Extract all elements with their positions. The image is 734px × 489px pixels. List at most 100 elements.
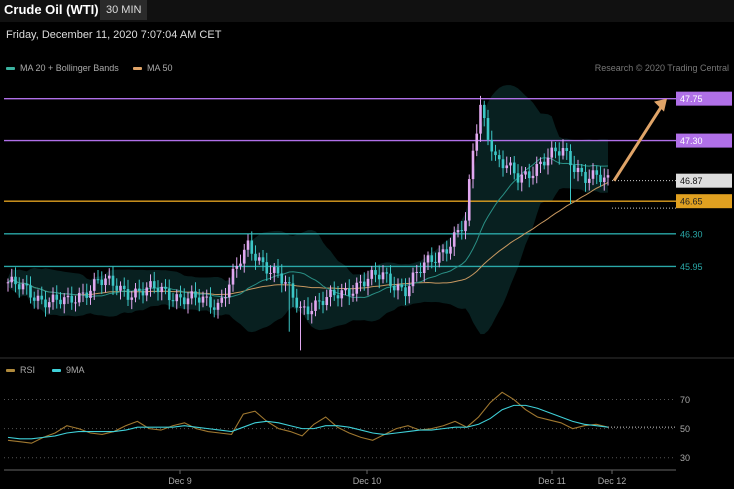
candle-body — [17, 284, 21, 290]
candle-body — [602, 177, 606, 183]
candle-body — [85, 292, 89, 298]
price-chart[interactable]: 47.75 47.30 46.65 46.30 45.95 46.87 30 50 70 Dec … — [0, 0, 734, 489]
candle-body — [565, 148, 569, 151]
candle-body — [422, 262, 426, 274]
candle-body — [599, 174, 602, 183]
candle-body — [587, 178, 591, 183]
candle-body — [317, 300, 321, 302]
candle-body — [374, 270, 377, 275]
candle-body — [407, 286, 411, 297]
candle-body — [40, 295, 44, 300]
candle-body — [595, 170, 599, 175]
candle-body — [441, 249, 445, 253]
candle-body — [497, 155, 501, 160]
candle-body — [576, 167, 580, 173]
candle-body — [415, 271, 419, 273]
candle-body — [539, 161, 542, 165]
candle-body — [546, 157, 550, 166]
candle-body — [531, 175, 535, 179]
candle-body — [329, 289, 332, 298]
candle-body — [572, 165, 576, 173]
candle-body — [175, 294, 179, 302]
candle-body — [314, 300, 317, 311]
candle-body — [580, 167, 584, 172]
candle-body — [194, 291, 197, 298]
candle-body — [197, 297, 201, 303]
candle-body — [362, 281, 366, 287]
candle-body — [62, 297, 66, 305]
candle-body — [235, 265, 239, 269]
candle-body — [482, 104, 486, 119]
candle-body — [156, 288, 160, 293]
candle-body — [74, 302, 77, 304]
candle-body — [347, 288, 351, 296]
forecast-arrow-shaft — [612, 104, 664, 182]
candle-body — [344, 288, 347, 291]
candle-body — [584, 171, 587, 183]
candle-body — [119, 285, 122, 291]
candle-body — [355, 282, 359, 294]
candle-body — [242, 249, 246, 264]
candle-body — [336, 295, 340, 299]
candle-body — [212, 307, 216, 310]
candle-body — [209, 296, 212, 308]
candle-body — [205, 296, 209, 298]
candle-body — [501, 159, 505, 169]
candle-body — [569, 150, 572, 166]
candle-body — [411, 272, 415, 287]
candle-body — [434, 261, 437, 263]
candle-body — [164, 286, 167, 289]
candle-body — [104, 278, 107, 286]
candle-body — [426, 255, 430, 263]
candle-body — [332, 289, 336, 296]
candle-body — [149, 281, 152, 288]
candle-body — [291, 283, 295, 298]
candle-body — [182, 297, 186, 305]
candle-body — [152, 281, 156, 289]
candle-body — [456, 230, 460, 233]
candle-body — [280, 273, 284, 284]
candle-body — [21, 283, 25, 290]
candle-body — [370, 270, 374, 279]
candle-body — [179, 294, 182, 298]
candle-body — [36, 295, 40, 301]
candle-body — [527, 171, 531, 179]
candle-body — [201, 296, 205, 303]
candle-body — [137, 288, 141, 291]
candle-body — [321, 301, 325, 306]
candle-body — [25, 283, 29, 286]
candle-body — [276, 267, 280, 274]
candle-body — [89, 290, 92, 298]
x-tick-dec11: Dec 11 — [538, 476, 566, 486]
candle-body — [494, 151, 497, 156]
candle-body — [542, 161, 546, 166]
candle-body — [14, 276, 17, 285]
candle-body — [145, 287, 149, 296]
candle-body — [404, 287, 407, 297]
candle-body — [295, 297, 299, 308]
candle — [467, 174, 471, 227]
candle-body — [606, 175, 610, 178]
candle-body — [467, 179, 471, 221]
candle-body — [167, 288, 171, 301]
rsi-tick-30: 30 — [680, 453, 690, 463]
candle-body — [287, 282, 291, 284]
candle-body — [430, 255, 434, 262]
candle-body — [47, 302, 51, 308]
level-label-4: 45.95 — [680, 262, 703, 272]
candle-body — [269, 272, 272, 274]
candle-body — [389, 273, 392, 286]
candle-body — [44, 299, 47, 308]
candle-body — [111, 275, 115, 286]
x-tick-dec10: Dec 10 — [353, 476, 382, 486]
candle-body — [340, 290, 344, 299]
level-label-0: 47.75 — [680, 94, 703, 104]
candle-body — [107, 275, 111, 279]
candle-body — [306, 306, 310, 315]
level-label-2: 46.65 — [680, 197, 703, 207]
candle-body — [351, 293, 355, 296]
rsi-tick-70: 70 — [680, 395, 690, 405]
candle-body — [171, 300, 175, 302]
candle-body — [261, 257, 265, 263]
candle-body — [224, 297, 227, 299]
